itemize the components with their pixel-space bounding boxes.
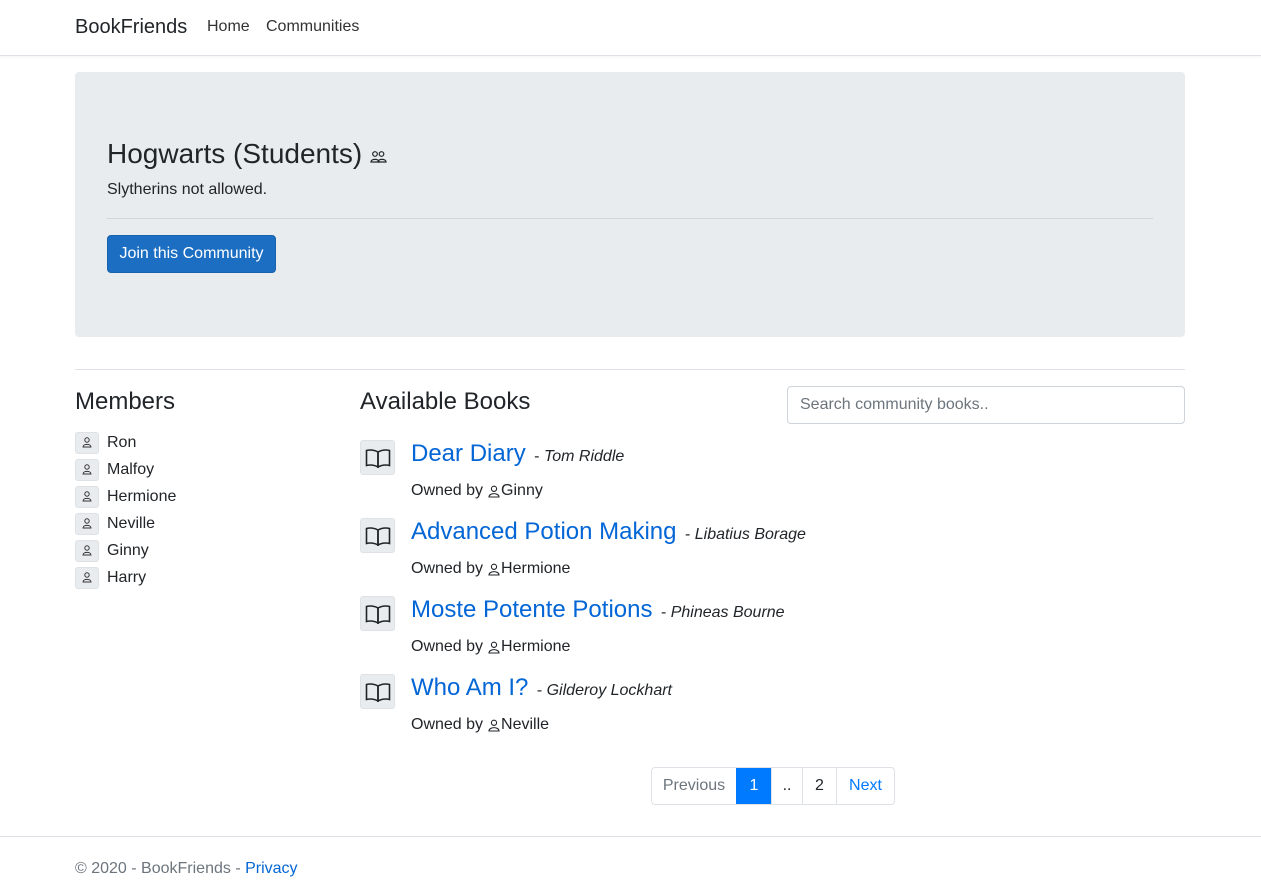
pagination-previous[interactable]: Previous <box>652 768 736 804</box>
community-title-row: Hogwarts (Students) <box>107 138 387 170</box>
person-icon <box>488 485 500 498</box>
privacy-link[interactable]: Privacy <box>245 860 297 877</box>
member-name: Ron <box>107 433 137 451</box>
nav-link-communities[interactable]: Communities <box>266 18 359 36</box>
person-icon <box>75 512 99 535</box>
owner-name: Hermione <box>501 560 571 577</box>
footer-copyright: © 2020 - BookFriends - <box>75 860 246 877</box>
owner-name: Ginny <box>501 482 543 499</box>
book-title-row: Advanced Potion Making - Libatius Borage <box>411 518 806 546</box>
book-item: Who Am I? - Gilderoy Lockhart Owned by N… <box>360 674 1060 744</box>
divider <box>107 218 1153 219</box>
member-item: Malfoy <box>75 456 176 483</box>
pagination-ellipsis[interactable]: .. <box>771 768 802 804</box>
member-item: Ron <box>75 429 176 456</box>
owned-by-label: Owned by <box>411 638 484 655</box>
person-icon <box>75 458 99 481</box>
book-icon <box>360 596 395 631</box>
member-name: Malfoy <box>107 460 155 478</box>
owner-name: Hermione <box>501 638 571 655</box>
book-owner: Owned by Ginny <box>411 482 543 500</box>
member-name: Ginny <box>107 541 149 559</box>
community-header: Hogwarts (Students) Slytherins not allow… <box>75 72 1185 337</box>
members-heading: Members <box>75 388 176 415</box>
owner-name: Neville <box>501 716 550 733</box>
book-item: Dear Diary - Tom Riddle Owned by Ginny <box>360 440 1060 510</box>
book-title-row: Who Am I? - Gilderoy Lockhart <box>411 674 672 702</box>
brand-logo[interactable]: BookFriends <box>75 16 187 39</box>
book-separator: - <box>660 604 667 621</box>
community-title: Hogwarts (Students) <box>107 138 363 169</box>
person-icon <box>75 539 99 562</box>
navbar: BookFriends Home Communities <box>0 0 1261 56</box>
person-icon <box>488 719 500 732</box>
member-item: Hermione <box>75 483 176 510</box>
person-icon <box>75 485 99 508</box>
book-icon <box>360 518 395 553</box>
pagination-page-2[interactable]: 2 <box>802 768 836 804</box>
book-author: Phineas Bourne <box>670 604 785 621</box>
member-name: Neville <box>107 514 156 532</box>
search-books-input[interactable] <box>787 386 1185 424</box>
book-title-link[interactable]: Advanced Potion Making <box>411 518 677 545</box>
member-name: Harry <box>107 568 147 586</box>
book-owner: Owned by Hermione <box>411 560 570 578</box>
members-list: Ron Malfoy Hermione Neville Ginny Harry <box>75 429 176 591</box>
book-title-link[interactable]: Who Am I? <box>411 674 528 701</box>
member-item: Harry <box>75 564 176 591</box>
pagination-next[interactable]: Next <box>836 768 894 804</box>
person-icon <box>488 563 500 576</box>
book-icon <box>360 440 395 475</box>
footer: © 2020 - BookFriends - Privacy <box>0 836 1261 888</box>
person-icon <box>488 641 500 654</box>
book-author: Gilderoy Lockhart <box>546 682 672 699</box>
join-community-button[interactable]: Join this Community <box>107 235 276 273</box>
pagination-page-1[interactable]: 1 <box>736 768 771 804</box>
community-description: Slytherins not allowed. <box>107 181 268 198</box>
book-icon <box>360 674 395 709</box>
book-title-link[interactable]: Dear Diary <box>411 440 526 467</box>
owned-by-label: Owned by <box>411 716 484 733</box>
book-separator: - <box>536 682 543 699</box>
person-icon <box>75 431 99 454</box>
book-author: Libatius Borage <box>694 526 806 543</box>
book-owner: Owned by Hermione <box>411 638 570 656</box>
book-author: Tom Riddle <box>543 448 625 465</box>
book-separator: - <box>534 448 540 465</box>
pagination: Previous 1 .. 2 Next <box>651 767 895 805</box>
book-item: Advanced Potion Making - Libatius Borage… <box>360 518 1060 588</box>
people-icon <box>370 150 387 164</box>
books-heading: Available Books <box>360 388 531 415</box>
book-item: Moste Potente Potions - Phineas Bourne O… <box>360 596 1060 666</box>
book-owner: Owned by Neville <box>411 716 549 734</box>
person-icon <box>75 566 99 589</box>
footer-text: © 2020 - BookFriends - Privacy <box>75 860 298 878</box>
owned-by-label: Owned by <box>411 482 484 499</box>
member-item: Ginny <box>75 537 176 564</box>
book-title-row: Dear Diary - Tom Riddle <box>411 440 624 468</box>
book-separator: - <box>684 526 691 543</box>
owned-by-label: Owned by <box>411 560 484 577</box>
book-title-row: Moste Potente Potions - Phineas Bourne <box>411 596 785 624</box>
member-item: Neville <box>75 510 176 537</box>
nav-link-home[interactable]: Home <box>207 18 250 36</box>
member-name: Hermione <box>107 487 177 505</box>
book-title-link[interactable]: Moste Potente Potions <box>411 596 652 623</box>
section-divider <box>75 369 1185 370</box>
